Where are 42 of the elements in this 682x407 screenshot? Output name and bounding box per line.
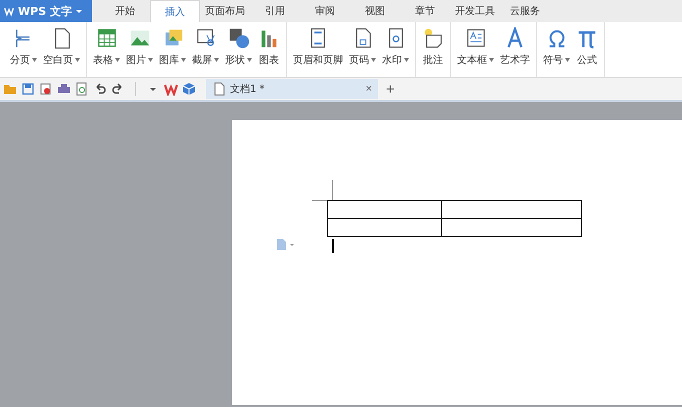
ribbon-tab[interactable]: 开始 [100, 0, 150, 22]
ribbon-button[interactable]: 分页 [7, 22, 40, 77]
screenshot-icon [194, 27, 216, 49]
ribbon-tab[interactable]: 页面布局 [200, 0, 250, 22]
close-tab-button[interactable]: × [366, 83, 372, 95]
ribbon-tab[interactable]: 视图 [350, 0, 400, 22]
ribbon-tab[interactable]: 开发工具 [450, 0, 500, 22]
text-cursor [332, 239, 334, 253]
table-icon [96, 27, 118, 49]
ribbon-button[interactable]: 页眉和页脚 [290, 22, 346, 77]
ribbon-button[interactable]: 艺术字 [497, 22, 533, 77]
ribbon-button[interactable]: 页码 [346, 22, 379, 77]
ribbon-button[interactable]: 文本框 [454, 22, 497, 77]
ribbon-button[interactable]: 截屏 [189, 22, 222, 77]
ribbon-button[interactable]: 符号 [540, 22, 573, 77]
cube-icon[interactable] [182, 82, 196, 96]
text-box-icon [464, 27, 486, 49]
document-tab[interactable]: 文档1 * × [206, 79, 378, 99]
ribbon-button[interactable]: 图库 [156, 22, 189, 77]
ribbon-button[interactable]: 图表 [255, 22, 283, 77]
ribbon-button[interactable]: 表格 [90, 22, 123, 77]
print-icon[interactable] [57, 82, 71, 96]
ribbon-button[interactable]: 空白页 [40, 22, 83, 77]
w-logo-icon[interactable] [164, 82, 178, 96]
export-icon[interactable] [39, 82, 53, 96]
ribbon-button[interactable]: 图片 [123, 22, 156, 77]
save-icon[interactable] [21, 82, 35, 96]
document-icon [212, 82, 226, 96]
ribbon-tab[interactable]: 审阅 [300, 0, 350, 22]
ribbon-button[interactable]: 形状 [222, 22, 255, 77]
ribbon-button[interactable]: 公式 [573, 22, 601, 77]
ribbon-tab[interactable]: 章节 [400, 0, 450, 22]
shapes-icon [228, 27, 250, 49]
ribbon-button[interactable]: 批注 [419, 22, 447, 77]
comment-icon [422, 27, 444, 49]
app-menu-button[interactable]: WPS 文字 [0, 0, 92, 22]
print-preview-icon[interactable] [75, 82, 89, 96]
new-tab-button[interactable]: + [382, 80, 399, 98]
ribbon-tab[interactable]: 引用 [250, 0, 300, 22]
ribbon-tab[interactable]: 插入 [150, 0, 200, 22]
ribbon-button[interactable]: 水印 [379, 22, 412, 77]
ribbon-tab[interactable]: 云服务 [500, 0, 550, 22]
